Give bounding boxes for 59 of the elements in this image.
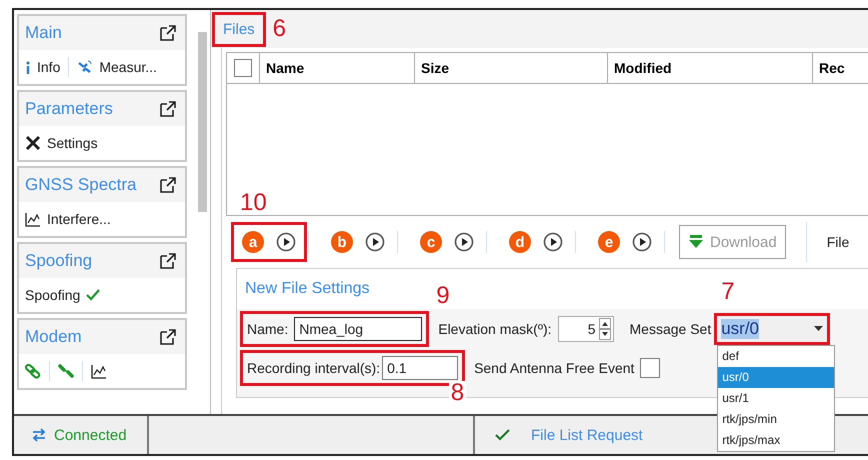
name-input[interactable]: Nmea_log xyxy=(294,317,422,341)
play-icon[interactable] xyxy=(365,232,385,252)
sidebar-item[interactable]: Spoofing xyxy=(25,287,80,303)
callout-number: 10 xyxy=(240,191,267,215)
download-icon xyxy=(688,235,704,249)
field-label: Recording interval(s): xyxy=(247,360,380,376)
satellite-icon[interactable] xyxy=(77,60,94,74)
interval-input[interactable]: 0.1 xyxy=(382,356,458,380)
external-link-icon[interactable] xyxy=(159,100,178,118)
checkbox-label: Send Antenna Free Event xyxy=(474,360,634,376)
spin-input[interactable]: 5 xyxy=(558,316,614,342)
channel-badge: b xyxy=(331,231,353,253)
field-label: Message Set xyxy=(630,321,712,337)
column-header[interactable]: Name xyxy=(266,60,304,76)
chain-icon[interactable] xyxy=(58,363,74,379)
play-icon[interactable] xyxy=(454,232,474,252)
chart-icon[interactable] xyxy=(25,212,41,226)
files-label: File xyxy=(826,234,850,250)
dropdown-option[interactable]: rtk/jps/max xyxy=(718,430,834,451)
dropdown-option[interactable]: usr/1 xyxy=(718,388,834,409)
external-link-icon[interactable] xyxy=(159,328,178,346)
column-header[interactable]: Size xyxy=(421,60,450,76)
spinner-arrows-icon[interactable] xyxy=(598,318,610,340)
section-title: New File Settings xyxy=(245,280,370,298)
connection-status: Connected xyxy=(54,426,127,444)
chart-icon[interactable] xyxy=(91,364,107,378)
dropdown-arrow-icon[interactable] xyxy=(814,326,824,332)
sidebar-item[interactable]: Interfere... xyxy=(47,211,111,227)
sidebar-item[interactable]: Info xyxy=(37,59,60,75)
field-label: Elevation mask(º): xyxy=(438,321,552,337)
link-icon[interactable] xyxy=(25,363,41,379)
channel-badge: d xyxy=(509,231,531,253)
info-icon[interactable] xyxy=(25,60,31,74)
dropdown-option[interactable]: rtk/jps/min xyxy=(718,409,834,430)
external-link-icon[interactable] xyxy=(159,252,178,270)
antenna-event-checkbox[interactable] xyxy=(640,358,660,378)
play-icon[interactable] xyxy=(276,232,296,252)
channel-badge: c xyxy=(420,231,442,253)
dropdown-option[interactable]: usr/0 xyxy=(718,367,834,388)
channel-badge: a xyxy=(242,231,264,253)
callout-number: 6 xyxy=(272,16,286,40)
callout-number: 9 xyxy=(436,284,450,308)
callout-number: 7 xyxy=(721,280,735,304)
message-set-dropdown[interactable]: usr/0 xyxy=(717,316,828,342)
check-icon xyxy=(495,429,511,441)
play-icon[interactable] xyxy=(632,232,652,252)
external-link-icon[interactable] xyxy=(159,24,178,42)
external-link-icon[interactable] xyxy=(159,176,178,194)
swap-arrows-icon xyxy=(32,428,46,442)
tools-icon[interactable] xyxy=(25,135,41,151)
sidebar-item[interactable]: Measur... xyxy=(99,59,157,75)
play-icon[interactable] xyxy=(543,232,563,252)
channel-badge: e xyxy=(598,231,620,253)
column-header[interactable]: Rec xyxy=(819,60,845,76)
select-all-checkbox[interactable] xyxy=(234,59,252,77)
sidebar-item[interactable]: Settings xyxy=(47,135,98,151)
field-label: Name: xyxy=(247,321,288,337)
column-header[interactable]: Modified xyxy=(614,60,672,76)
dropdown-option[interactable]: def xyxy=(718,346,834,367)
